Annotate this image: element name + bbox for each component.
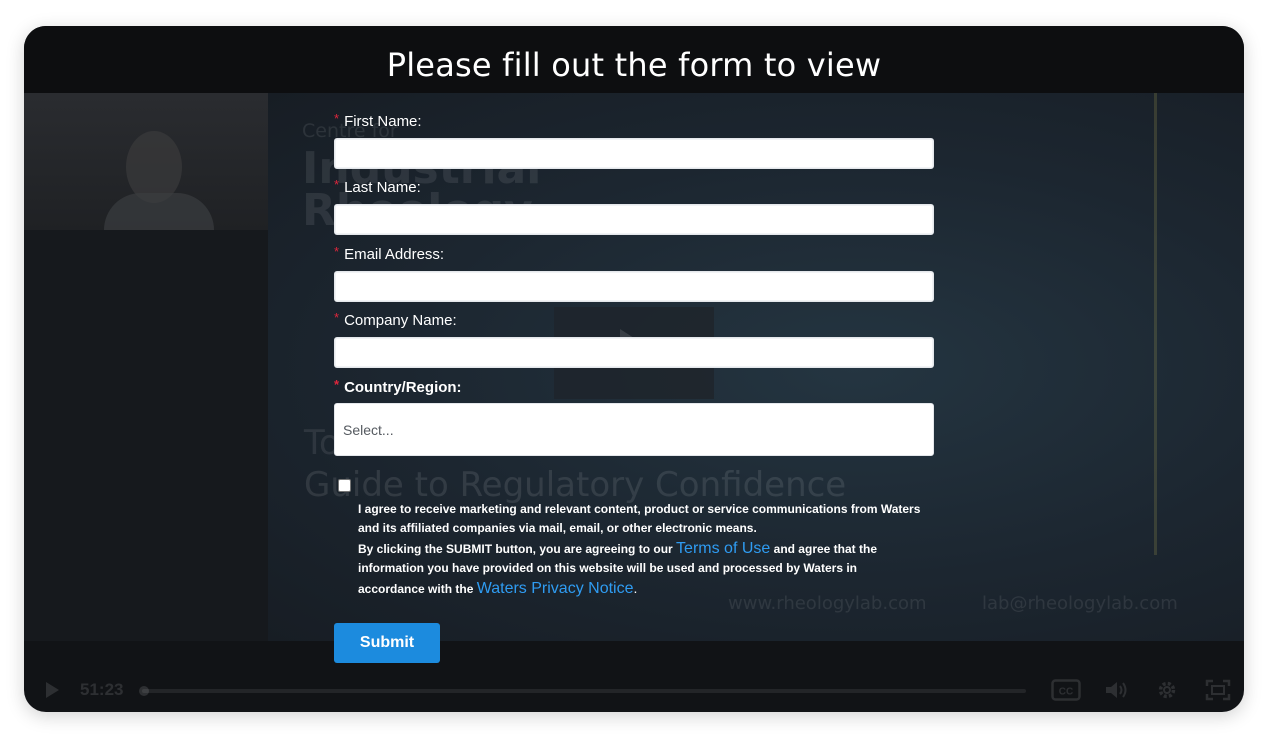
- company-label: * Company Name:: [334, 310, 457, 329]
- first-name-input[interactable]: [334, 138, 934, 169]
- progress-knob[interactable]: [139, 686, 149, 696]
- terms-of-use-link[interactable]: Terms of Use: [676, 540, 770, 557]
- last-name-label: * Last Name:: [334, 177, 421, 196]
- privacy-notice-link[interactable]: Waters Privacy Notice: [477, 580, 634, 597]
- svg-text:CC: CC: [1059, 687, 1073, 698]
- company-label-text: Company Name:: [344, 312, 457, 329]
- marketing-consent-checkbox[interactable]: [338, 479, 351, 492]
- country-label: * Country/Region:: [334, 377, 462, 396]
- overlay-title: Please fill out the form to view: [386, 45, 882, 84]
- required-marker: *: [334, 177, 340, 192]
- company-input[interactable]: [334, 337, 934, 368]
- first-name-label: * First Name:: [334, 111, 422, 130]
- presenter-webcam: [24, 93, 268, 230]
- slide-divider: [1154, 93, 1157, 555]
- fullscreen-icon[interactable]: [1204, 679, 1232, 701]
- last-name-input[interactable]: [334, 204, 934, 235]
- required-marker: *: [334, 310, 340, 325]
- first-name-label-text: First Name:: [344, 113, 422, 130]
- gear-icon[interactable]: [1155, 679, 1179, 701]
- required-marker: *: [334, 111, 340, 126]
- progress-bar[interactable]: [139, 686, 1026, 696]
- country-label-text: Country/Region:: [344, 379, 462, 396]
- presenter-body: [104, 193, 214, 230]
- volume-icon[interactable]: [1104, 679, 1130, 701]
- play-icon[interactable]: [42, 679, 62, 701]
- video-player: Centre for Industrial Rheology To Guide …: [24, 26, 1244, 712]
- form-overlay-header: Please fill out the form to view: [24, 26, 1244, 93]
- slide-email: lab@rheologylab.com: [982, 593, 1178, 614]
- email-input[interactable]: [334, 271, 934, 302]
- required-marker: *: [334, 377, 340, 392]
- slide-text-subheading: Guide to Regulatory Confidence: [304, 465, 847, 505]
- submit-button[interactable]: Submit: [334, 623, 440, 663]
- closed-captions-icon[interactable]: CC: [1050, 679, 1082, 701]
- consent-text: I agree to receive marketing and relevan…: [358, 500, 926, 599]
- consent-period: .: [633, 579, 638, 596]
- last-name-label-text: Last Name:: [344, 179, 421, 196]
- time-display: 51:23: [80, 680, 124, 699]
- required-marker: *: [334, 244, 340, 259]
- consent-marketing-text: I agree to receive marketing and relevan…: [358, 502, 921, 536]
- country-select[interactable]: Select...: [334, 403, 934, 456]
- consent-submit-text: By clicking the SUBMIT button, you are a…: [358, 541, 673, 556]
- email-label-text: Email Address:: [344, 246, 445, 263]
- email-label: * Email Address:: [334, 244, 444, 263]
